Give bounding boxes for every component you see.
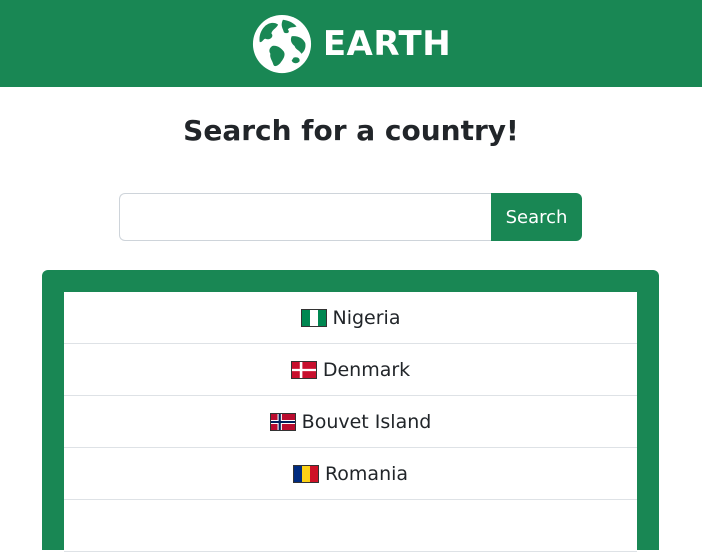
flag-denmark-icon (290, 360, 317, 379)
globe-icon (252, 14, 311, 73)
app-header: EARTH (0, 0, 702, 87)
search-button[interactable]: Search (491, 193, 582, 241)
country-list-item[interactable] (64, 500, 637, 552)
search-input[interactable] (119, 193, 491, 241)
results-panel: Nigeria Denmark Bouvet Island Romania (42, 270, 659, 552)
brand-name: EARTH (322, 23, 452, 64)
brand[interactable]: EARTH (251, 13, 451, 75)
country-name: Nigeria (332, 306, 401, 329)
flag-bouvet-island-icon (269, 412, 296, 431)
country-name: Bouvet Island (301, 410, 432, 433)
country-list-item[interactable]: Bouvet Island (64, 396, 637, 448)
country-list-item[interactable]: Nigeria (64, 292, 637, 344)
country-list-item[interactable]: Denmark (64, 344, 637, 396)
country-name: Denmark (322, 358, 411, 381)
country-name: Romania (324, 462, 409, 485)
country-list: Nigeria Denmark Bouvet Island Romania (64, 292, 637, 552)
flag-romania-icon (292, 464, 319, 483)
search-group: Search (119, 193, 582, 241)
page-title: Search for a country! (183, 114, 519, 147)
country-list-item[interactable]: Romania (64, 448, 637, 500)
flag-nigeria-icon (300, 308, 327, 327)
